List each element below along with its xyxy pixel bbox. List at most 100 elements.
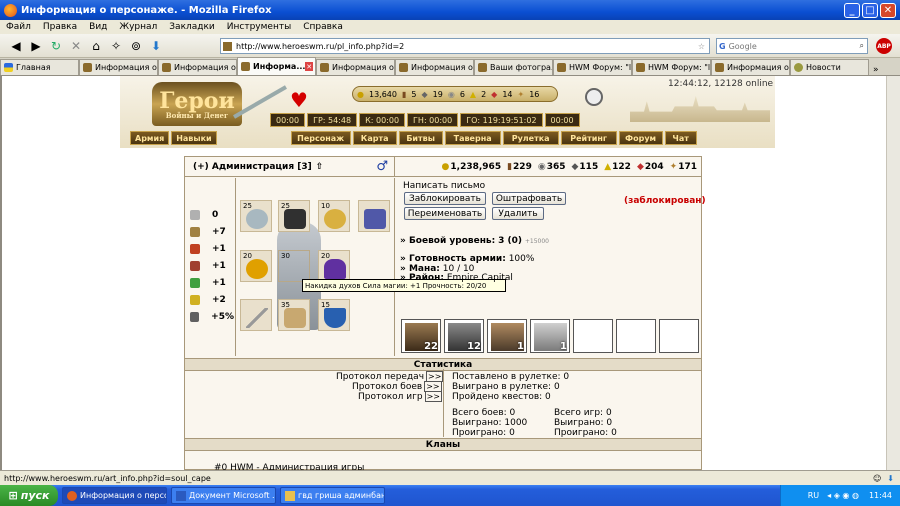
equipment-slot[interactable]: 25 [278,200,310,232]
book-icon [364,209,386,229]
taskbar-item[interactable]: Документ Microsoft ... [171,487,276,504]
tab-item[interactable]: Информация о ... [711,59,790,75]
shield-icon [324,308,346,328]
home-icon[interactable]: ⌂ [86,37,106,55]
equipment-slot[interactable]: 20 [240,250,272,282]
taskbar-item[interactable]: гвд гриша админбан... [280,487,385,504]
battles-lost: Проиграно: 0 [452,428,515,438]
menu-history[interactable]: Журнал [119,22,157,32]
tray-icons[interactable]: ◂ ◈ ◉ ◍ [827,491,859,500]
delete-button[interactable]: Удалить [492,207,544,220]
mercury-icon: ◉ [537,161,546,172]
google-icon: G [719,41,726,51]
equipment-slot[interactable]: 35 [278,299,310,331]
army-slot-empty[interactable] [573,319,613,353]
write-letter-link[interactable]: Написать письмо [403,181,485,191]
nav-character[interactable]: Персонаж [290,131,351,145]
tab-item[interactable]: Информация о ... [158,59,237,75]
language-indicator[interactable]: RU [808,491,819,500]
addon-status-icon[interactable]: ☺ [873,474,881,483]
rename-button[interactable]: Переименовать [404,207,486,220]
stat-row: +5% [190,312,234,322]
search-icon[interactable]: ⌕ [860,41,864,51]
addon-icon[interactable]: ✧ [106,37,126,55]
heart-icon[interactable]: ♥ [290,88,308,112]
ore-icon: ◆ [421,89,428,99]
close-tab-icon[interactable]: ✕ [305,62,313,71]
bookmark-star-icon[interactable]: ☆ [698,42,705,51]
game-logo[interactable]: Герои Войны и Денег [152,82,242,126]
equipment-slot[interactable] [240,299,272,331]
tab-item[interactable]: Ваши фотогра... [474,59,553,75]
equipment-slot[interactable]: 20 [318,250,350,282]
gem-icon: ✦ [517,89,525,99]
tab-item[interactable]: HWM Форум: "l... [553,59,632,75]
army-slot[interactable]: 22 [401,319,441,353]
menu-bookmarks[interactable]: Закладки [169,22,215,32]
menu-tools[interactable]: Инструменты [227,22,291,32]
back-icon[interactable]: ◀ [6,37,26,55]
nav-tavern[interactable]: Таверна [444,131,501,145]
equipment-slot[interactable]: 10 [318,200,350,232]
timers-bar: 00:00 ГР: 54:48 К: 00:00 ГН: 00:00 ГО: 1… [270,113,582,127]
url-bar[interactable]: http://www.heroeswm.ru/pl_info.php?id=2 … [220,38,710,54]
protocol-link[interactable]: >> [424,391,442,402]
minimize-button[interactable]: _ [844,2,860,18]
army-slot-empty[interactable] [659,319,699,353]
tab-item[interactable]: Новости [790,59,869,75]
page-scrollbar[interactable] [886,76,900,470]
equipment-slot[interactable] [358,200,390,232]
menu-edit[interactable]: Правка [43,22,77,32]
tab-item[interactable]: Информация о ... [79,59,158,75]
tab-item[interactable]: Информация о ... [395,59,474,75]
close-button[interactable]: ✕ [880,2,896,18]
timer: ГО: 119:19:51:02 [460,113,543,127]
army-slot[interactable]: 1 [487,319,527,353]
taskbar-item[interactable]: Информация о персо... [62,487,167,504]
army-slot[interactable]: 1 [530,319,570,353]
nav-map[interactable]: Карта [352,131,397,145]
tab-item-active[interactable]: Информа... ✕ [237,57,316,75]
maximize-button[interactable]: □ [862,2,878,18]
tab-item[interactable]: HWM Форум: "l... [632,59,711,75]
download-status-icon[interactable]: ⬇ [887,474,894,483]
block-button[interactable]: Заблокировать [404,192,486,205]
menu-help[interactable]: Справка [303,22,343,32]
fine-button[interactable]: Оштрафовать [492,192,566,205]
search-placeholder: Google [728,41,757,51]
menu-file[interactable]: Файл [6,22,31,32]
nav-army[interactable]: Армия [130,131,170,145]
equipment-slot[interactable]: 15 [318,299,350,331]
taskbar: ⊞ пуск Информация о персо... Документ Mic… [0,485,900,506]
nav-battles[interactable]: Битвы [398,131,443,145]
tab-item[interactable]: Информация о ... [316,59,395,75]
upgrade-icon: ⇧ [315,161,324,172]
download-manager-icon[interactable]: ⊚ [126,37,146,55]
stat-row: +7 [190,227,234,237]
character-name[interactable]: (+) Администрация [3] [193,162,312,172]
clan-entry[interactable]: #0 HWM - Администрация игры [214,463,364,470]
army-slot-empty[interactable] [616,319,656,353]
equipment-slot[interactable]: 25 [240,200,272,232]
menu-bar: Файл Правка Вид Журнал Закладки Инструме… [0,20,900,34]
adblock-icon[interactable]: ABP [876,38,892,54]
nav-rating[interactable]: Рейтинг [560,131,617,145]
reload-icon[interactable]: ↻ [46,37,66,55]
army-slot[interactable]: 12 [444,319,484,353]
player-resources: ● 1,238,965 ▮ 229 ◉ 365 ◆ 115 ▲ 122 ◆ 204 ✦ 171 [441,161,697,172]
cape-icon [324,259,346,279]
equipment-slot[interactable]: 30 [278,250,310,282]
timer: 00:00 [544,113,580,127]
start-button[interactable]: ⊞ пуск [0,485,58,506]
tab-scroll-icon[interactable]: » [873,65,879,75]
nav-roulette[interactable]: Рулетка [502,131,559,145]
nav-chat[interactable]: Чат [664,131,697,145]
search-input[interactable]: G Google ⌕ [716,38,868,54]
nav-skills[interactable]: Навыки [171,131,217,145]
download-icon[interactable]: ⬇ [146,37,166,55]
forward-icon[interactable]: ▶ [26,37,46,55]
tab-item[interactable]: Главная [0,59,79,75]
menu-view[interactable]: Вид [89,22,107,32]
stop-icon[interactable]: ✕ [66,37,86,55]
nav-forum[interactable]: Форум [618,131,663,145]
